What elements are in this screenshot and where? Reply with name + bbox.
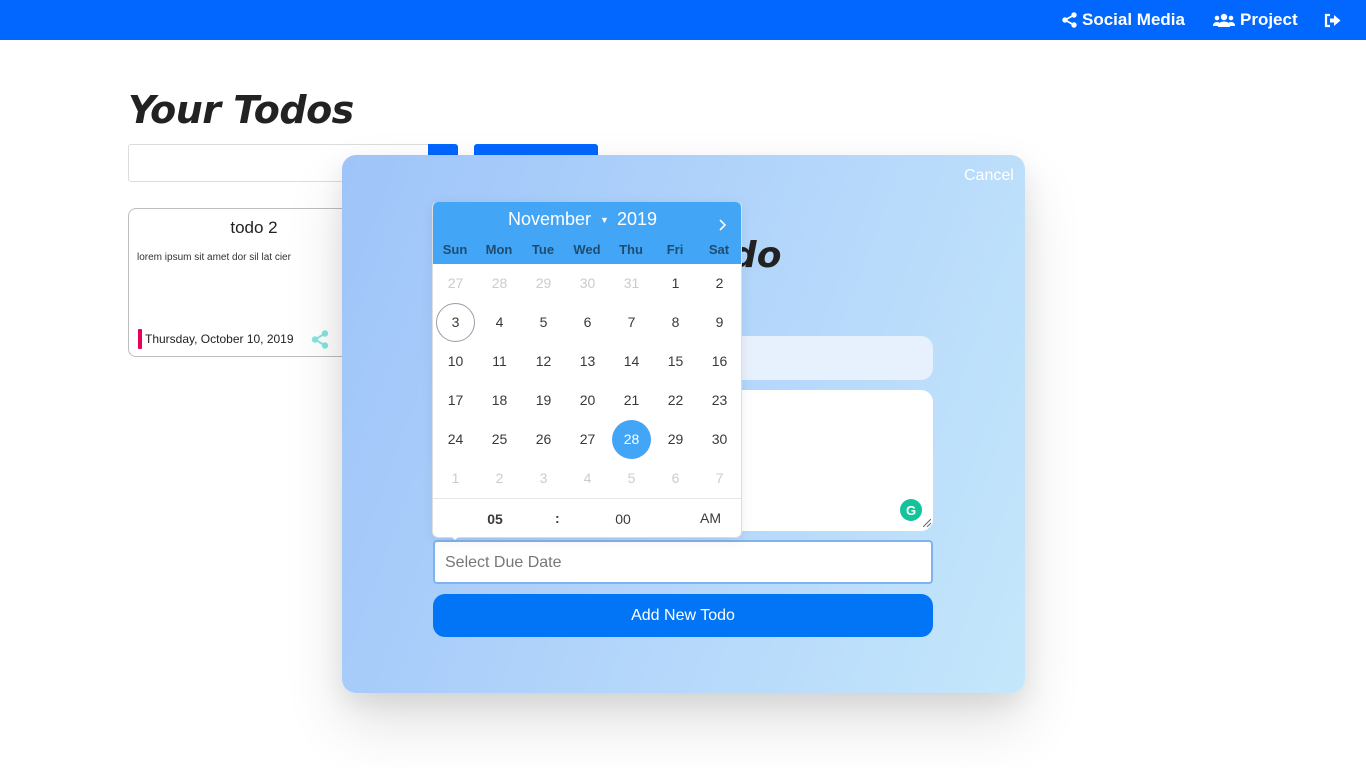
calendar-day[interactable]: 1 — [656, 264, 695, 303]
resize-handle-icon[interactable] — [923, 519, 931, 527]
calendar-day-other-month[interactable]: 6 — [656, 459, 695, 498]
year-input[interactable]: 2019 — [617, 209, 657, 230]
calendar-day-other-month[interactable]: 7 — [700, 459, 739, 498]
top-navbar: Social Media Project — [0, 0, 1366, 40]
due-date-input[interactable]: Select Due Date — [433, 540, 933, 584]
todo-description: lorem ipsum sit amet dor sil lat cier — [137, 252, 291, 263]
calendar-day[interactable]: 13 — [568, 342, 607, 381]
nav-social-media-label: Social Media — [1082, 10, 1185, 29]
hour-input[interactable]: 05 — [483, 511, 507, 527]
calendar-day-other-month[interactable]: 28 — [480, 264, 519, 303]
calendar-day[interactable]: 15 — [656, 342, 695, 381]
calendar-day[interactable]: 3 — [436, 303, 475, 342]
calendar-day[interactable]: 4 — [480, 303, 519, 342]
am-pm-toggle[interactable]: AM — [700, 510, 721, 526]
calendar-day-other-month[interactable]: 27 — [436, 264, 475, 303]
grammarly-icon[interactable]: G — [900, 499, 922, 521]
calendar-day[interactable]: 18 — [480, 381, 519, 420]
date-picker: November ▼ 2019 Sun Mon Tue Wed Thu Fri Sat 27… — [433, 202, 741, 537]
priority-marker — [138, 329, 142, 349]
calendar-day[interactable]: 22 — [656, 381, 695, 420]
calendar-day[interactable]: 23 — [700, 381, 739, 420]
calendar-day[interactable]: 24 — [436, 420, 475, 459]
calendar-day[interactable]: 16 — [700, 342, 739, 381]
weekday-label: Thu — [619, 242, 643, 257]
calendar-day[interactable]: 26 — [524, 420, 563, 459]
calendar-day[interactable]: 28 — [612, 420, 651, 459]
weekday-label: Tue — [531, 242, 555, 257]
users-icon — [1213, 13, 1235, 27]
weekday-label: Sun — [442, 242, 468, 257]
chevron-right-icon[interactable] — [718, 218, 727, 232]
calendar-day-other-month[interactable]: 31 — [612, 264, 651, 303]
calendar-day-other-month[interactable]: 30 — [568, 264, 607, 303]
calendar-day[interactable]: 5 — [524, 303, 563, 342]
calendar-day[interactable]: 7 — [612, 303, 651, 342]
minute-input[interactable]: 00 — [611, 511, 635, 527]
add-new-todo-button[interactable]: Add New Todo — [433, 594, 933, 637]
nav-project-label: Project — [1240, 10, 1298, 29]
share-icon[interactable] — [311, 330, 329, 354]
caret-down-icon[interactable]: ▼ — [600, 215, 609, 225]
calendar-day[interactable]: 20 — [568, 381, 607, 420]
weekday-label: Fri — [666, 242, 684, 257]
due-date-placeholder: Select Due Date — [445, 554, 562, 571]
logout-button[interactable] — [1324, 0, 1346, 40]
calendar-day[interactable]: 30 — [700, 420, 739, 459]
calendar-day-other-month[interactable]: 5 — [612, 459, 651, 498]
calendar-day[interactable]: 9 — [700, 303, 739, 342]
todo-due-date: Thursday, October 10, 2019 — [145, 332, 294, 346]
sign-out-icon — [1324, 13, 1341, 27]
calendar-day[interactable]: 6 — [568, 303, 607, 342]
weekday-label: Sat — [708, 242, 730, 257]
share-icon — [1062, 12, 1077, 28]
calendar-day-other-month[interactable]: 2 — [480, 459, 519, 498]
calendar-day[interactable]: 17 — [436, 381, 475, 420]
time-picker: 05 : 00 AM — [433, 498, 741, 537]
calendar-day[interactable]: 10 — [436, 342, 475, 381]
page-title: Your Todos — [128, 88, 354, 132]
month-select[interactable]: November — [508, 209, 591, 230]
weekday-label: Wed — [573, 242, 601, 257]
cancel-button[interactable]: Cancel — [964, 167, 1014, 185]
calendar-day-other-month[interactable]: 4 — [568, 459, 607, 498]
date-picker-pointer — [450, 535, 460, 540]
calendar-day[interactable]: 25 — [480, 420, 519, 459]
todo-card[interactable]: todo 2 lorem ipsum sit amet dor sil lat … — [128, 208, 378, 357]
calendar-day[interactable]: 8 — [656, 303, 695, 342]
calendar-day[interactable]: 12 — [524, 342, 563, 381]
calendar-day[interactable]: 2 — [700, 264, 739, 303]
calendar-day-other-month[interactable]: 1 — [436, 459, 475, 498]
weekday-label: Mon — [485, 242, 513, 257]
calendar-day-other-month[interactable]: 3 — [524, 459, 563, 498]
calendar-day[interactable]: 21 — [612, 381, 651, 420]
calendar-day[interactable]: 14 — [612, 342, 651, 381]
calendar-day-other-month[interactable]: 29 — [524, 264, 563, 303]
calendar-day[interactable]: 11 — [480, 342, 519, 381]
nav-social-media[interactable]: Social Media — [1062, 0, 1185, 40]
calendar-day[interactable]: 27 — [568, 420, 607, 459]
calendar-day[interactable]: 19 — [524, 381, 563, 420]
nav-project[interactable]: Project — [1213, 0, 1298, 40]
calendar-day[interactable]: 29 — [656, 420, 695, 459]
time-separator: : — [555, 510, 560, 526]
